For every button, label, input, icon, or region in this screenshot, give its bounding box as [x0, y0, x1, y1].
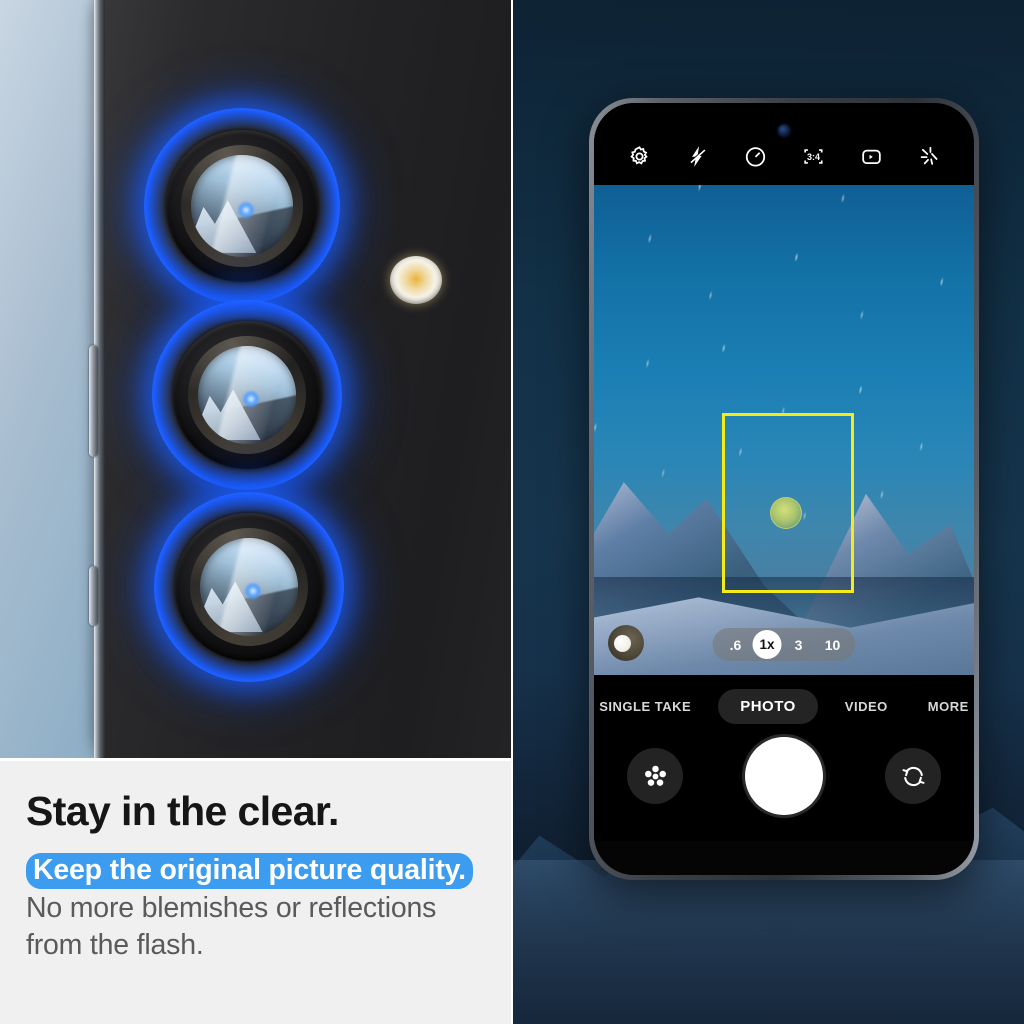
front-camera-punchhole	[778, 125, 790, 136]
shutter-button[interactable]	[745, 737, 823, 815]
lens-flare-blemish	[770, 497, 802, 529]
zoom-option-1[interactable]: 1x	[752, 630, 782, 659]
right-lifestyle-panel: 3:4 .6 1x 3 10 SINGLE TAKE PHOTO VIDEO M…	[512, 0, 1024, 1024]
led-flash-icon	[390, 256, 442, 304]
camera-mode-bar: SINGLE TAKE PHOTO VIDEO MORE	[594, 675, 974, 737]
mode-photo[interactable]: PHOTO	[718, 688, 818, 724]
lens-glass	[199, 537, 299, 637]
flower-effects-icon[interactable]	[627, 748, 683, 804]
promo-stage: Stay in the clear. Keep the original pic…	[0, 0, 1024, 1024]
power-button[interactable]	[89, 566, 98, 626]
ultrawide-lens	[152, 300, 342, 490]
camera-viewfinder[interactable]: .6 1x 3 10	[594, 185, 974, 675]
mode-single-take[interactable]: SINGLE TAKE	[594, 691, 704, 722]
svg-text:3:4: 3:4	[807, 152, 820, 162]
zoom-selector[interactable]: .6 1x 3 10	[712, 628, 856, 661]
left-product-panel	[0, 0, 512, 760]
wide-lens	[144, 108, 340, 304]
page-title: Stay in the clear.	[26, 788, 339, 834]
camera-shutter-bar	[594, 737, 974, 841]
phone-screen: 3:4 .6 1x 3 10 SINGLE TAKE PHOTO VIDEO M…	[594, 103, 974, 875]
highlighted-phrase: Keep the original picture quality.	[26, 853, 473, 890]
camera-topbar: 3:4	[594, 103, 974, 185]
mode-more[interactable]: MORE	[915, 691, 974, 722]
flash-off-icon[interactable]	[682, 141, 712, 171]
panel-divider-horizontal	[0, 758, 512, 761]
settings-gear-icon[interactable]	[624, 141, 654, 171]
gallery-thumbnail[interactable]	[608, 625, 644, 661]
volume-rocker-button[interactable]	[89, 345, 98, 457]
phone-device-frame: 3:4 .6 1x 3 10 SINGLE TAKE PHOTO VIDEO M…	[589, 98, 979, 880]
lens-glass	[197, 345, 297, 445]
caption-panel: Stay in the clear. Keep the original pic…	[0, 760, 512, 1024]
zoom-option-0[interactable]: .6	[719, 637, 753, 653]
background-snowfield	[512, 860, 1024, 1024]
lens-glass	[191, 155, 293, 257]
telephoto-lens	[154, 492, 344, 682]
zoom-option-3[interactable]: 10	[816, 637, 850, 653]
zoom-option-2[interactable]: 3	[782, 637, 816, 653]
aspect-ratio-icon[interactable]: 3:4	[798, 141, 828, 171]
mode-video[interactable]: VIDEO	[832, 691, 901, 722]
lens-reflection-hotspot	[243, 391, 259, 407]
caption-body: Keep the original picture quality. No mo…	[26, 852, 486, 965]
camera-flip-icon[interactable]	[885, 748, 941, 804]
filters-icon[interactable]	[914, 141, 944, 171]
caption-body-rest: No more blemishes or reflections from th…	[26, 891, 437, 962]
motion-photo-icon[interactable]	[856, 141, 886, 171]
lens-reflection-hotspot	[245, 583, 261, 599]
timer-icon[interactable]	[740, 141, 770, 171]
panel-divider-vertical	[511, 0, 513, 1024]
